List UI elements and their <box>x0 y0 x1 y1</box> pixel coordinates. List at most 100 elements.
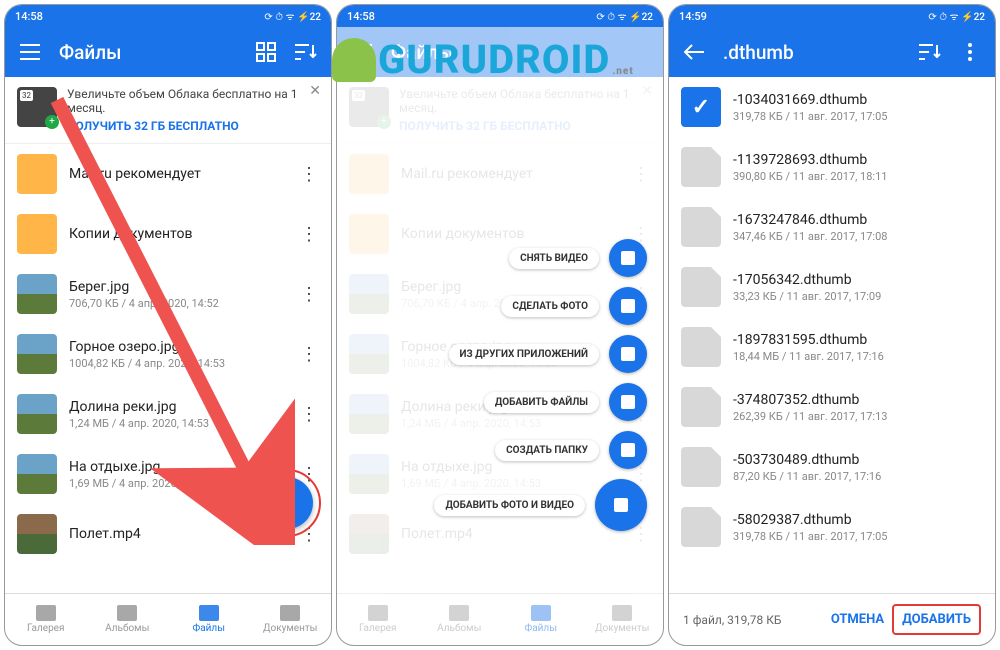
file-icon <box>681 507 721 547</box>
nav-Галерея[interactable]: Галерея <box>337 594 419 645</box>
file-icon <box>681 147 721 187</box>
nav-Файлы[interactable]: Файлы <box>168 594 250 645</box>
item-meta: 347,46 КБ / 11 авг. 2017, 17:08 <box>733 230 983 243</box>
folder-icon <box>17 214 57 254</box>
list-item[interactable]: Долина реки.jpg 1,24 МБ / 4 апр. 2020, 1… <box>5 384 331 444</box>
item-name: Полет.mp4 <box>69 526 287 542</box>
fab-icon <box>609 335 647 373</box>
grid-view-icon[interactable] <box>255 41 277 63</box>
list-item[interactable]: -1897831595.dthumb 18,44 МБ / 11 авг. 20… <box>669 317 995 377</box>
item-meta: 1,69 МБ / 4 апр. 2020, 14:53 <box>69 477 287 490</box>
img-icon <box>17 274 57 314</box>
nav-label: Галерея <box>27 623 64 634</box>
add-button[interactable]: ДОБАВИТЬ <box>892 604 981 635</box>
fab-label: СНЯТЬ ВИДЕО <box>509 248 599 269</box>
fab-menu: СНЯТЬ ВИДЕО СДЕЛАТЬ ФОТО ИЗ ДРУГИХ ПРИЛОЖЕ… <box>434 239 647 531</box>
fab-option[interactable]: ДОБАВИТЬ ФОТО И ВИДЕО <box>434 479 647 531</box>
fab-label: ДОБАВИТЬ ФАЙЛЫ <box>484 392 599 413</box>
watermark: GURUDROID.net <box>332 36 634 83</box>
list-item[interactable]: Mail.ru рекомендует ⋮ <box>5 144 331 204</box>
fab-icon <box>609 383 647 421</box>
more-vert-icon[interactable]: ⋮ <box>299 404 319 425</box>
back-icon[interactable] <box>683 41 705 63</box>
item-meta: 18,44 МБ / 11 авг. 2017, 17:16 <box>733 350 983 363</box>
file-icon <box>681 327 721 367</box>
statusbar: 14:58 ⟳ ⏱ ᯤ ⚡22 <box>337 5 663 27</box>
more-vert-icon[interactable] <box>959 41 981 63</box>
file-icon <box>681 447 721 487</box>
nav-Галерея[interactable]: Галерея <box>5 594 87 645</box>
item-meta: 319,78 КБ / 11 авг. 2017, 17:05 <box>733 110 983 123</box>
sd-card-icon <box>17 87 57 127</box>
nav-Альбомы[interactable]: Альбомы <box>87 594 169 645</box>
item-name: -374807352.dthumb <box>733 392 983 408</box>
sort-icon[interactable] <box>919 41 941 63</box>
statusbar: 14:59 ⟳ ⏱ ᯤ ⚡22 <box>669 5 995 27</box>
item-meta: 706,70 КБ / 4 апр. 2020, 14:52 <box>69 297 287 310</box>
item-name: На отдыхе.jpg <box>69 459 287 475</box>
fab-option[interactable]: ИЗ ДРУГИХ ПРИЛОЖЕНИЙ <box>449 335 647 373</box>
promo-link[interactable]: ПОЛУЧИТЬ 32 ГБ БЕСПЛАТНО <box>67 119 319 133</box>
fab-label: СОЗДАТЬ ПАПКУ <box>495 440 599 461</box>
fab-option[interactable]: ДОБАВИТЬ ФАЙЛЫ <box>484 383 647 421</box>
bottom-nav: Галерея Альбомы Файлы Документы <box>5 593 331 645</box>
promo-banner[interactable]: Увеличьте объем Облака бесплатно на 1 ме… <box>5 77 331 144</box>
page-title: Файлы <box>59 41 237 64</box>
sort-icon[interactable] <box>295 41 317 63</box>
fab-add[interactable]: + <box>261 477 313 529</box>
fab-label: СДЕЛАТЬ ФОТО <box>501 296 599 317</box>
hamburger-icon[interactable] <box>19 41 41 63</box>
nav-label: Файлы <box>193 623 225 634</box>
list-item[interactable]: -1139728693.dthumb 390,80 КБ / 11 авг. 2… <box>669 137 995 197</box>
screen-fab-open: 14:58 ⟳ ⏱ ᯤ ⚡22 Файлы Увеличьте объем Об… <box>336 4 664 646</box>
list-item[interactable]: -1034031669.dthumb 319,78 КБ / 11 авг. 2… <box>669 77 995 137</box>
list-item[interactable]: -58029387.dthumb 319,78 КБ / 11 авг. 201… <box>669 497 995 557</box>
nav-label: Документы <box>263 623 317 634</box>
nav-label: Документы <box>595 623 649 634</box>
item-name: -1139728693.dthumb <box>733 152 983 168</box>
nav-icon <box>612 605 632 621</box>
list-item[interactable]: -1673247846.dthumb 347,46 КБ / 11 авг. 2… <box>669 197 995 257</box>
nav-Документы[interactable]: Документы <box>250 594 332 645</box>
item-meta: 1004,82 КБ / 4 апр. 2020, 14:53 <box>69 357 287 370</box>
img-icon <box>17 394 57 434</box>
item-name: -1897831595.dthumb <box>733 332 983 348</box>
fab-option[interactable]: СНЯТЬ ВИДЕО <box>509 239 647 277</box>
img-icon <box>17 454 57 494</box>
more-vert-icon[interactable]: ⋮ <box>299 224 319 245</box>
nav-Файлы[interactable]: Файлы <box>500 594 582 645</box>
fab-icon <box>609 239 647 277</box>
list-item[interactable]: Горное озеро.jpg 1004,82 КБ / 4 апр. 202… <box>5 324 331 384</box>
file-icon <box>681 387 721 427</box>
fab-option[interactable]: СОЗДАТЬ ПАПКУ <box>495 431 647 469</box>
file-icon <box>681 267 721 307</box>
nav-Документы[interactable]: Документы <box>582 594 664 645</box>
nav-icon <box>280 605 300 621</box>
nav-label: Альбомы <box>105 623 149 634</box>
folder-icon <box>17 154 57 194</box>
page-title: .dthumb <box>723 41 901 64</box>
picker-footer: 1 файл, 319,78 КБ ОТМЕНА ДОБАВИТЬ <box>669 593 995 645</box>
nav-icon <box>199 605 219 621</box>
appbar: Файлы <box>5 27 331 77</box>
more-vert-icon[interactable]: ⋮ <box>299 284 319 305</box>
fab-label: ДОБАВИТЬ ФОТО И ВИДЕО <box>434 495 585 516</box>
close-icon[interactable]: ✕ <box>309 83 321 99</box>
more-vert-icon[interactable]: ⋮ <box>299 524 319 545</box>
nav-Альбомы[interactable]: Альбомы <box>419 594 501 645</box>
list-item[interactable]: Копии документов ⋮ <box>5 204 331 264</box>
more-vert-icon[interactable]: ⋮ <box>299 164 319 185</box>
fab-option[interactable]: СДЕЛАТЬ ФОТО <box>501 287 647 325</box>
more-vert-icon[interactable]: ⋮ <box>299 344 319 365</box>
list-item[interactable]: Берег.jpg 706,70 КБ / 4 апр. 2020, 14:52… <box>5 264 331 324</box>
list-item[interactable]: -17056342.dthumb 33,23 КБ / 11 авг. 2017… <box>669 257 995 317</box>
list-item[interactable]: -503730489.dthumb 87,20 КБ / 11 авг. 201… <box>669 437 995 497</box>
file-icon <box>681 207 721 247</box>
nav-icon <box>368 605 388 621</box>
item-meta: 390,80 КБ / 11 авг. 2017, 18:11 <box>733 170 983 183</box>
cancel-button[interactable]: ОТМЕНА <box>823 606 892 633</box>
fab-icon <box>609 431 647 469</box>
list-item[interactable]: -374807352.dthumb 262,39 КБ / 11 авг. 20… <box>669 377 995 437</box>
item-name: Копии документов <box>69 226 287 242</box>
nav-icon <box>36 605 56 621</box>
